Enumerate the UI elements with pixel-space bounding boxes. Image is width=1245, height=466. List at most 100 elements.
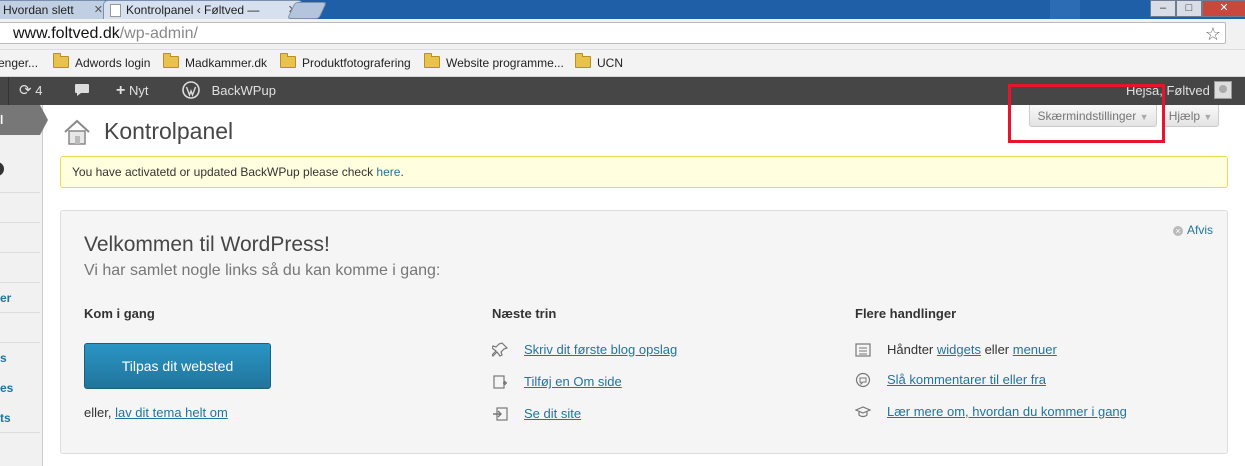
add-page-icon xyxy=(493,375,507,389)
bookmark-item[interactable]: enger... xyxy=(0,54,38,72)
widgets-link[interactable]: widgets xyxy=(937,342,981,357)
avatar xyxy=(1213,81,1232,99)
change-theme-line: eller, lav dit tema helt om xyxy=(84,405,228,420)
menu-separator xyxy=(0,252,40,253)
url-path: /wp-admin/ xyxy=(119,25,198,42)
menu-item[interactable]: es xyxy=(0,381,13,395)
menus-link[interactable]: menuer xyxy=(1013,342,1057,357)
window-close-button[interactable]: ✕ xyxy=(1202,0,1245,17)
close-icon[interactable]: ✕ xyxy=(94,1,103,19)
help-button[interactable]: Hjælp ▼ xyxy=(1162,105,1219,127)
help-label: Hjælp xyxy=(1168,109,1201,123)
bookmark-label: Adwords login xyxy=(75,56,151,70)
bookmark-folder[interactable]: Produktfotografering xyxy=(280,53,411,72)
pushpin-icon xyxy=(492,342,508,357)
menu-bullet xyxy=(0,162,4,176)
dropdown-arrow-icon: ▼ xyxy=(1203,112,1213,122)
bookmark-label: UCN xyxy=(597,56,623,70)
manage-prefix: Håndter xyxy=(887,342,937,357)
folder-icon xyxy=(53,53,69,68)
bookmark-folder[interactable]: Website programme... xyxy=(424,53,564,72)
menu-item-label: l xyxy=(0,113,4,127)
backwpup-label: BackWPup xyxy=(211,83,276,98)
folder-icon xyxy=(575,53,591,68)
page-icon xyxy=(110,4,121,17)
new-content-button[interactable]: + Nyt xyxy=(116,77,148,105)
url-input[interactable]: www.foltved.dk/wp-admin/ ☆ xyxy=(0,22,1226,44)
bookmarks-bar: enger... Adwords login Madkammer.dk Prod… xyxy=(0,50,1245,77)
admin-side-menu: l er s es ts xyxy=(0,105,48,466)
toggle-comments-link[interactable]: Slå kommentarer til eller fra xyxy=(887,372,1046,387)
folder-icon xyxy=(163,53,179,68)
updates-count: 4 xyxy=(35,83,43,98)
add-about-page-link[interactable]: Tilføj en Om side xyxy=(524,374,622,389)
welcome-title: Velkommen til WordPress! xyxy=(84,233,330,256)
browser-tab[interactable]: Hvordan slett ✕ xyxy=(0,0,109,19)
url-host: www.foltved.dk xyxy=(13,25,120,42)
notice-text: You have activatetd or updated BackWPup … xyxy=(72,165,377,179)
annotation-highlight-box xyxy=(1008,84,1165,143)
bookmark-label: Madkammer.dk xyxy=(185,56,268,70)
change-theme-link[interactable]: lav dit tema helt om xyxy=(115,405,228,420)
comments-toggle-icon xyxy=(855,372,871,388)
tab-title: Hvordan slett xyxy=(3,3,74,17)
notice-tail: . xyxy=(400,165,404,179)
menu-item-dashboard-current[interactable]: l xyxy=(0,105,40,135)
menu-item[interactable]: ts xyxy=(0,411,11,425)
admin-bar-edge xyxy=(0,77,9,105)
bookmark-folder[interactable]: Madkammer.dk xyxy=(163,53,268,72)
browser-tab-strip: Hvordan slett ✕ Kontrolpanel ‹ Føltved —… xyxy=(0,0,1245,19)
refresh-icon: ⟳ xyxy=(19,82,32,99)
notice-link[interactable]: here xyxy=(376,165,400,179)
or-prefix: eller, xyxy=(84,405,116,420)
comments-button[interactable] xyxy=(74,77,90,105)
folder-icon xyxy=(424,53,440,68)
browser-tab-active[interactable]: Kontrolpanel ‹ Føltved — ✕ xyxy=(103,0,303,19)
menu-separator xyxy=(0,342,40,343)
new-tab-button[interactable] xyxy=(287,2,327,19)
new-label: Nyt xyxy=(128,83,149,98)
graduation-cap-icon xyxy=(855,406,871,418)
updates-button[interactable]: ⟳ 4 xyxy=(19,77,42,105)
manage-mid: eller xyxy=(980,342,1013,357)
folder-icon xyxy=(280,53,296,68)
widgets-icon xyxy=(855,343,871,357)
menu-separator xyxy=(0,312,40,313)
column-heading-next-steps: Næste trin xyxy=(492,306,557,321)
tab-title: Kontrolpanel ‹ Føltved — xyxy=(126,3,260,17)
column-heading-get-started: Kom i gang xyxy=(84,306,155,321)
view-site-link[interactable]: Se dit site xyxy=(524,406,581,421)
bookmark-label: Produktfotografering xyxy=(302,56,411,70)
taskbar-thumb xyxy=(1050,0,1080,19)
bookmark-label: Website programme... xyxy=(446,56,564,70)
plus-icon: + xyxy=(116,82,126,99)
customize-site-button[interactable]: Tilpas dit websted xyxy=(84,343,271,389)
menu-separator xyxy=(0,222,40,223)
menu-separator xyxy=(0,192,40,193)
bookmark-folder[interactable]: UCN xyxy=(575,53,623,72)
backwpup-menu[interactable]: BackWPup xyxy=(182,77,276,105)
menu-separator xyxy=(0,282,40,283)
address-bar: www.foltved.dk/wp-admin/ ☆ xyxy=(0,19,1245,50)
learn-more-link[interactable]: Lær mere om, hvordan du kommer i gang xyxy=(887,404,1127,419)
minimize-button[interactable]: – xyxy=(1150,0,1176,17)
bookmark-star-icon[interactable]: ☆ xyxy=(1205,23,1221,45)
write-first-post-link[interactable]: Skriv dit første blog opslag xyxy=(524,342,677,357)
bookmark-folder[interactable]: Adwords login xyxy=(53,53,151,72)
welcome-subtitle: Vi har samlet nogle links så du kan komm… xyxy=(84,262,441,279)
menu-separator xyxy=(0,432,40,433)
wordpress-logo-icon xyxy=(182,81,200,99)
current-menu-arrow xyxy=(40,105,48,135)
dismiss-label: Afvis xyxy=(1187,223,1214,237)
close-icon: × xyxy=(1173,226,1183,236)
column-heading-more-actions: Flere handlinger xyxy=(855,306,957,321)
menu-item[interactable]: er xyxy=(0,291,11,305)
menu-item[interactable]: s xyxy=(0,351,7,365)
maximize-button[interactable]: □ xyxy=(1176,0,1202,17)
update-notice: You have activatetd or updated BackWPup … xyxy=(60,156,1228,188)
comment-bubble-icon xyxy=(75,84,89,96)
dismiss-link[interactable]: × Afvis xyxy=(1173,223,1213,237)
dashboard-home-icon xyxy=(64,119,90,145)
page-title: Kontrolpanel xyxy=(104,118,234,144)
bookmark-label: enger... xyxy=(0,56,39,70)
